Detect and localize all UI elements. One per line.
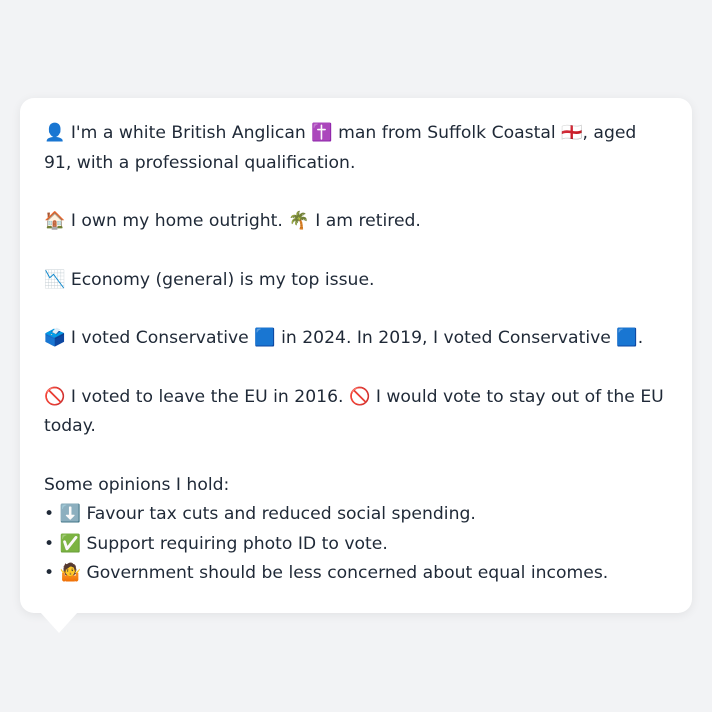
opinion-item: • ⬇️ Favour tax cuts and reduced social …	[44, 504, 476, 524]
bubble-tail	[40, 612, 78, 633]
housing-text: 🏠 I own my home outright. 🌴 I am retired…	[44, 211, 421, 231]
top-issue-text: 📉 Economy (general) is my top issue.	[44, 269, 375, 290]
eu-text: 🚫 I voted to leave the EU in 2016. 🚫 I w…	[44, 386, 664, 437]
voting-text: 🗳️ I voted Conservative 🟦 in 2024. In 20…	[44, 328, 644, 348]
identity-text: 👤 I'm a white British Anglican ✝️ man fr…	[44, 123, 637, 173]
persona-message-bubble: 👤 I'm a white British Anglican ✝️ man fr…	[20, 98, 692, 613]
opinion-item: • 🤷 Government should be less concerned …	[44, 563, 609, 583]
opinion-item: • ✅ Support requiring photo ID to vote.	[44, 533, 388, 554]
opinions-heading: Some opinions I hold:	[44, 474, 230, 495]
